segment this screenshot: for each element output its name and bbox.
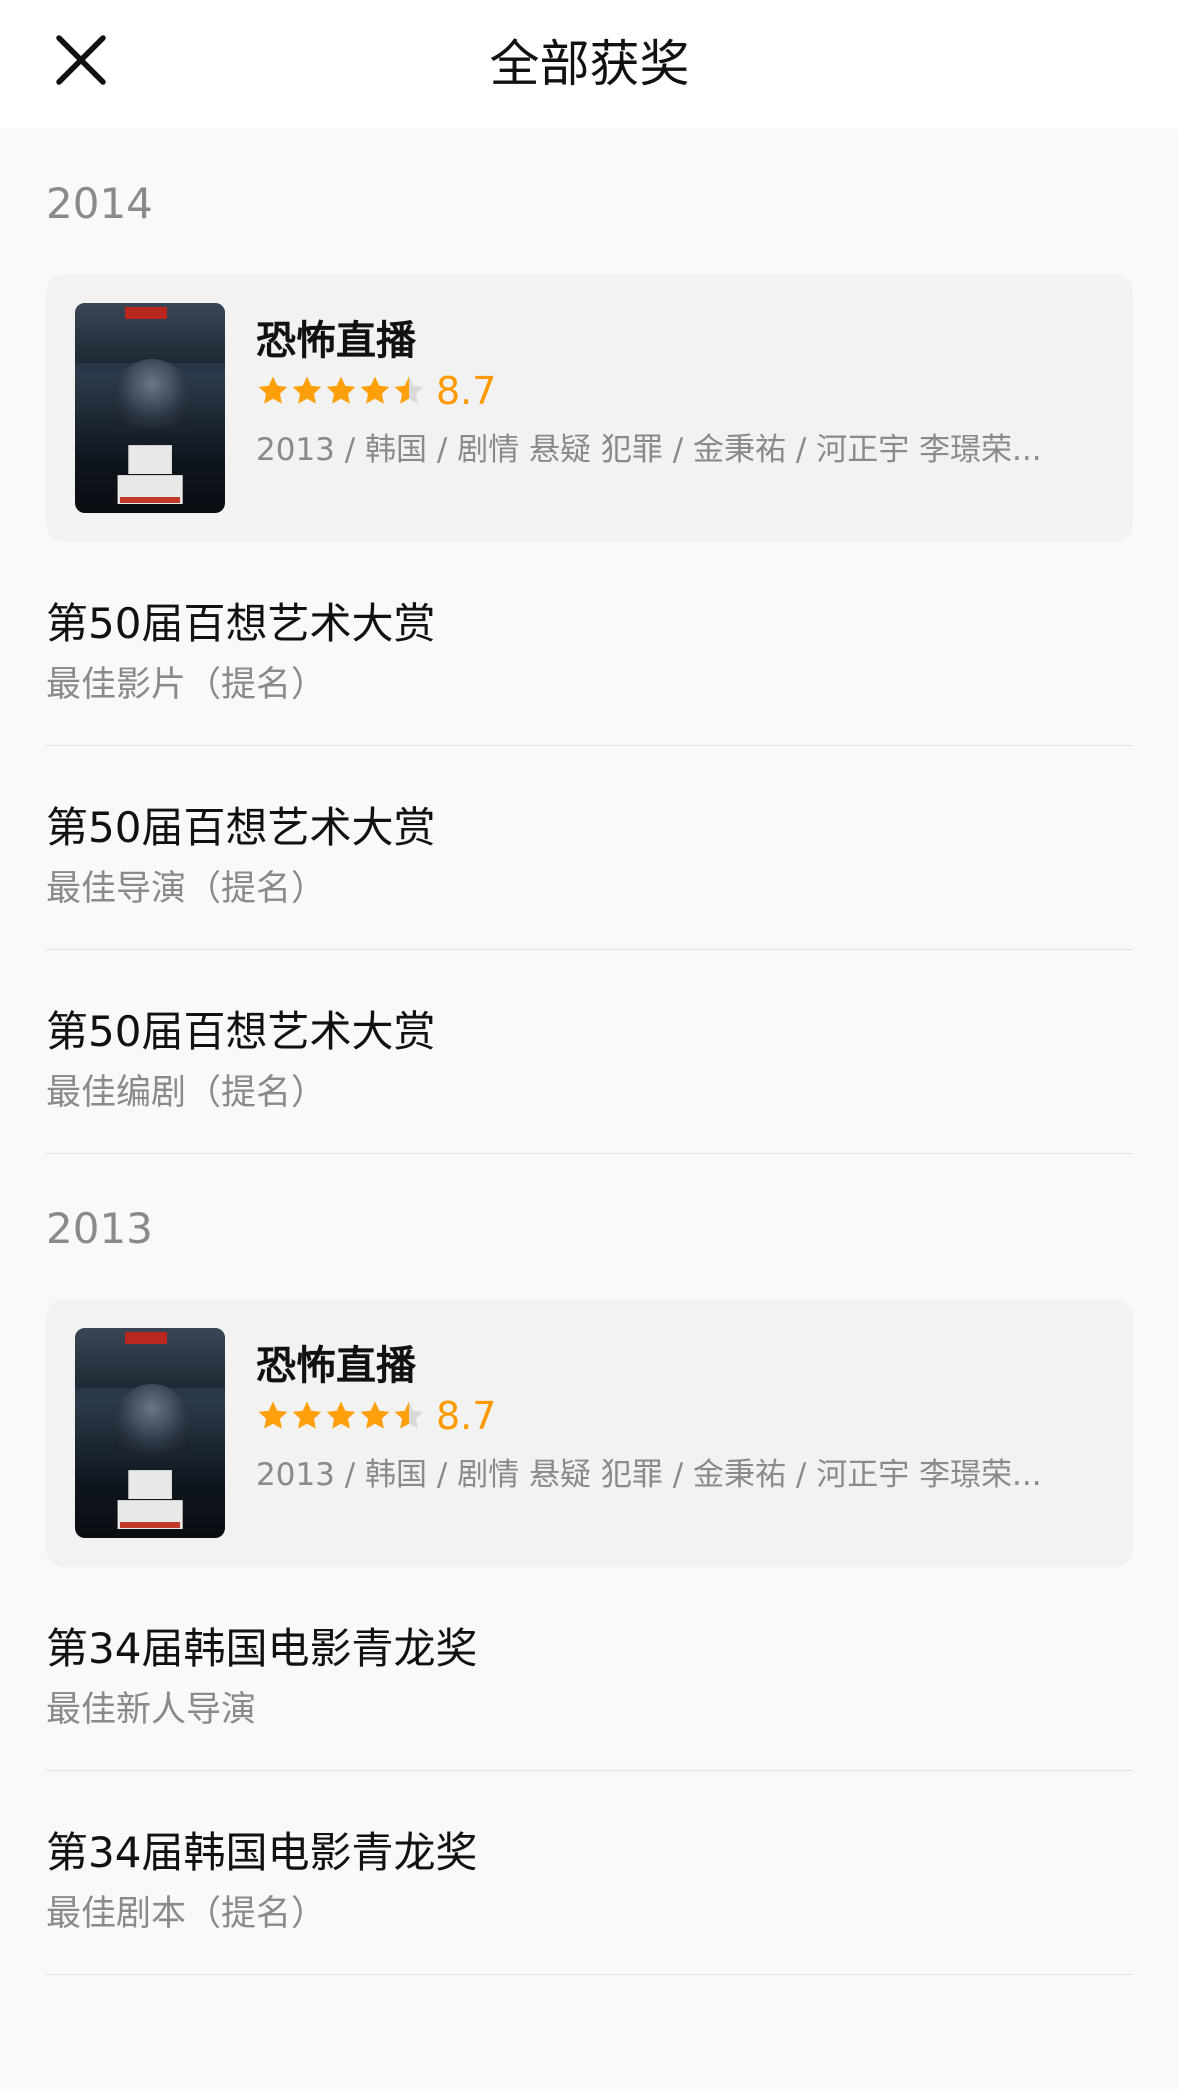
movie-card[interactable]: ▇▇ ▇▇▇ 恐怖直播 8.7 2013 / 韩国 / 剧情 悬疑 犯罪 / 金秉… xyxy=(46,1299,1133,1567)
award-item[interactable]: 第50届百想艺术大赏 最佳导演（提名） xyxy=(46,746,1133,950)
star-icon xyxy=(326,1401,356,1429)
award-category: 最佳导演（提名） xyxy=(46,869,327,909)
star-rating xyxy=(256,374,426,408)
award-item[interactable]: 第34届韩国电影青龙奖 最佳新人导演 xyxy=(46,1567,1133,1771)
movie-info: 2013 / 韩国 / 剧情 悬疑 犯罪 / 金秉祐 / 河正宇 李璟荣... xyxy=(256,1457,1042,1493)
close-icon xyxy=(56,35,106,85)
year-group: 2014 ▇▇ ▇▇▇ 恐怖直播 8.7 2013 / 韩国 / 剧情 悬疑 犯罪… xyxy=(0,129,1179,1154)
awards-list: 2014 ▇▇ ▇▇▇ 恐怖直播 8.7 2013 / 韩国 / 剧情 悬疑 犯罪… xyxy=(0,129,1179,1975)
award-name: 第50届百想艺术大赏 xyxy=(46,803,436,852)
star-icon xyxy=(258,376,288,404)
award-item[interactable]: 第50届百想艺术大赏 最佳影片（提名） xyxy=(46,542,1133,746)
movie-info: 2013 / 韩国 / 剧情 悬疑 犯罪 / 金秉祐 / 河正宇 李璟荣... xyxy=(256,432,1042,468)
movie-poster: ▇▇ ▇▇▇ xyxy=(75,1328,225,1538)
year-heading: 2013 xyxy=(46,1204,153,1253)
star-icon xyxy=(292,376,322,404)
year-group: 2013 ▇▇ ▇▇▇ 恐怖直播 8.7 2013 / 韩国 / 剧情 悬疑 犯罪… xyxy=(0,1154,1179,1975)
page-title: 全部获奖 xyxy=(489,35,690,93)
award-item[interactable]: 第34届韩国电影青龙奖 最佳剧本（提名） xyxy=(46,1771,1133,1975)
rating-value: 8.7 xyxy=(436,1394,497,1438)
movie-poster: ▇▇ ▇▇▇ xyxy=(75,303,225,513)
rating-value: 8.7 xyxy=(436,369,497,413)
award-category: 最佳影片（提名） xyxy=(46,665,327,705)
award-category: 最佳新人导演 xyxy=(46,1690,257,1730)
award-item[interactable]: 第50届百想艺术大赏 最佳编剧（提名） xyxy=(46,950,1133,1154)
rating: 8.7 xyxy=(256,1394,496,1438)
rating: 8.7 xyxy=(256,369,496,413)
star-icon xyxy=(394,376,424,404)
award-category: 最佳剧本（提名） xyxy=(46,1894,327,1934)
star-icon xyxy=(292,1401,322,1429)
star-icon xyxy=(394,1401,424,1429)
award-name: 第50届百想艺术大赏 xyxy=(46,599,436,648)
movie-title: 恐怖直播 xyxy=(256,1343,416,1389)
movie-title: 恐怖直播 xyxy=(256,318,416,364)
star-rating xyxy=(256,1399,426,1433)
close-button[interactable] xyxy=(45,24,117,96)
header: 全部获奖 xyxy=(0,0,1179,129)
award-name: 第34届韩国电影青龙奖 xyxy=(46,1624,478,1673)
star-icon xyxy=(360,376,390,404)
movie-card[interactable]: ▇▇ ▇▇▇ 恐怖直播 8.7 2013 / 韩国 / 剧情 悬疑 犯罪 / 金秉… xyxy=(46,274,1133,542)
star-icon xyxy=(258,1401,288,1429)
year-heading: 2014 xyxy=(46,179,153,228)
award-category: 最佳编剧（提名） xyxy=(46,1073,327,1113)
star-icon xyxy=(326,376,356,404)
award-name: 第50届百想艺术大赏 xyxy=(46,1007,436,1056)
award-name: 第34届韩国电影青龙奖 xyxy=(46,1828,478,1877)
star-icon xyxy=(360,1401,390,1429)
